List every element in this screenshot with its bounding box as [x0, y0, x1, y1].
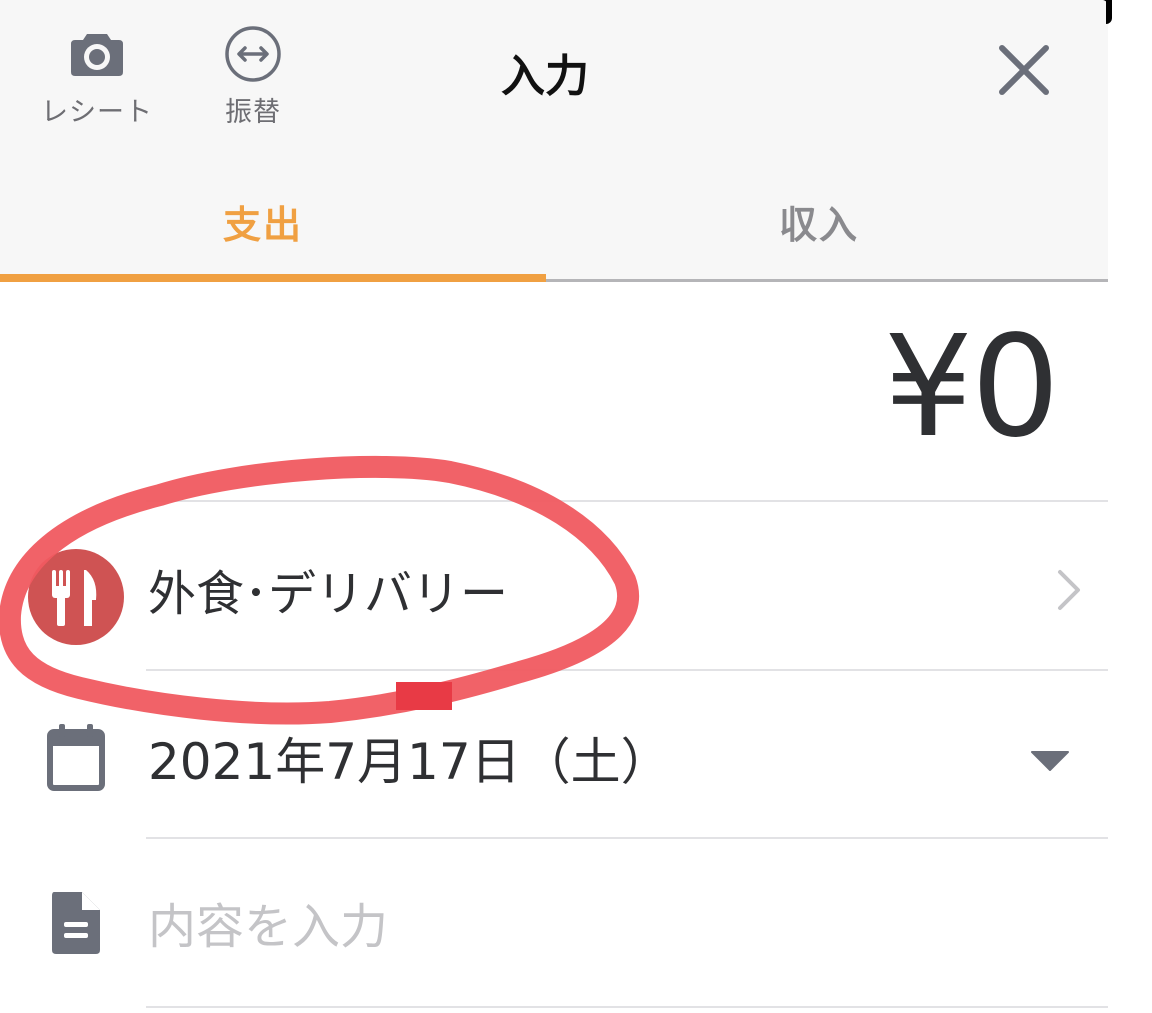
screen-edge — [1106, 0, 1152, 1013]
transfer-button[interactable]: 振替 — [204, 24, 302, 129]
memo-input[interactable] — [148, 894, 1048, 960]
amount-display[interactable]: ¥0 — [884, 318, 1060, 458]
divider — [146, 1006, 1108, 1008]
document-icon — [52, 892, 100, 954]
type-tabs: 支出 収入 — [0, 168, 1108, 282]
transfer-label: 振替 — [225, 97, 281, 128]
close-button[interactable] — [990, 36, 1058, 104]
tab-inactive-indicator — [546, 279, 1108, 282]
tab-income[interactable]: 収入 — [546, 168, 1108, 282]
receipt-label: レシート — [41, 97, 153, 128]
tab-income-label: 収入 — [778, 203, 859, 247]
dropdown-caret-icon — [1031, 751, 1069, 771]
tab-expense-label: 支出 — [222, 203, 303, 247]
transfer-arrows-icon — [223, 24, 283, 84]
fork-knife-icon — [28, 549, 124, 645]
category-selector[interactable]: 外食･デリバリー — [0, 502, 1108, 670]
category-label: 外食･デリバリー — [148, 566, 509, 622]
memo-row — [0, 838, 1108, 1006]
header: レシート 振替 入力 支出 収入 — [0, 0, 1108, 282]
tab-active-indicator — [0, 274, 546, 282]
close-icon — [999, 45, 1049, 95]
date-value: 2021年7月17日（土） — [148, 733, 671, 791]
calendar-icon — [47, 724, 105, 791]
app-screen: レシート 振替 入力 支出 収入 ¥0 外食･デリバリー 2021年7月17日（… — [0, 0, 1108, 1013]
camera-icon — [67, 24, 127, 84]
date-selector[interactable]: 2021年7月17日（土） — [0, 670, 1108, 838]
page-title: 入力 — [501, 51, 589, 102]
chevron-right-icon — [1058, 570, 1080, 610]
receipt-button[interactable]: レシート — [34, 24, 160, 129]
tab-expense[interactable]: 支出 — [0, 168, 546, 282]
